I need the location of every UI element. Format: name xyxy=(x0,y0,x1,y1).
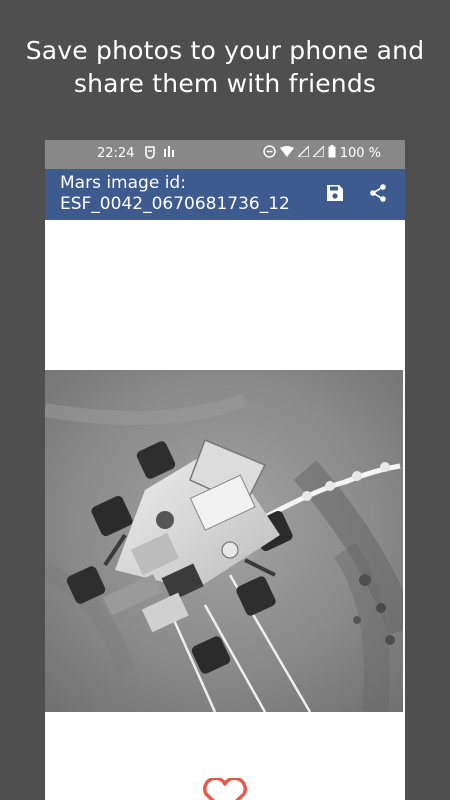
battery-percent: 100 % xyxy=(339,146,381,161)
status-left-icons xyxy=(144,145,176,163)
promo-caption: Save photos to your phone and share them… xyxy=(0,34,450,100)
image-title: Mars image id: ESF_0042_0670681736_12 xyxy=(60,173,310,215)
phone-screen: 22:24 100 % Mars image id: ESF_0042_0670… xyxy=(45,140,405,800)
favorite-button[interactable] xyxy=(200,776,250,800)
promo-line-2: share them with friends xyxy=(73,69,377,98)
do-not-disturb-icon xyxy=(262,145,276,162)
status-bar: 22:24 100 % xyxy=(45,140,405,169)
signal-bars-icon xyxy=(164,145,176,163)
mars-rover-photo[interactable] xyxy=(45,370,403,712)
share-icon xyxy=(368,183,388,207)
notification-icon xyxy=(144,145,156,163)
status-right: 100 % xyxy=(262,144,381,162)
cell-signal-icon-2 xyxy=(311,144,325,161)
save-icon xyxy=(326,184,344,206)
status-time: 22:24 xyxy=(97,146,135,161)
wifi-icon xyxy=(279,145,294,162)
title-line-1: Mars image id: xyxy=(60,173,186,193)
share-button[interactable] xyxy=(365,182,391,208)
battery-icon xyxy=(328,145,336,162)
app-bar: Mars image id: ESF_0042_0670681736_12 xyxy=(45,169,405,220)
rover-image xyxy=(45,370,403,712)
save-button[interactable] xyxy=(322,182,348,208)
promo-line-1: Save photos to your phone and xyxy=(25,36,425,65)
title-line-2: ESF_0042_0670681736_12 xyxy=(60,194,290,214)
cell-signal-icon-1 xyxy=(296,144,310,161)
